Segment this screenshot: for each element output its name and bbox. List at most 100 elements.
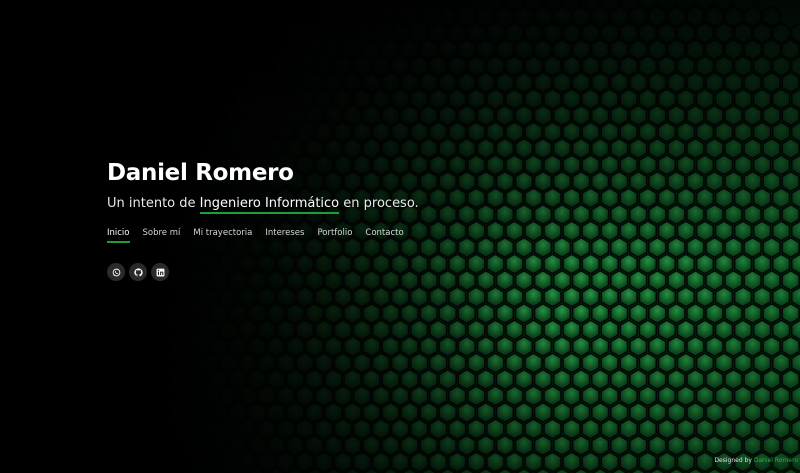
hexagon-cell bbox=[771, 88, 791, 110]
hexagon-cell bbox=[371, 88, 391, 110]
hexagon-cell bbox=[352, 418, 372, 440]
hexagon-cell bbox=[428, 319, 448, 341]
hexagon-cell bbox=[552, 5, 572, 28]
hexagon-cell bbox=[552, 170, 572, 193]
hexagon-cell bbox=[686, 335, 705, 358]
hexagon-cell bbox=[400, 5, 419, 28]
hexagon-cell bbox=[219, 319, 238, 341]
footer-author-link[interactable]: Daniel Romero bbox=[754, 457, 798, 464]
hexagon-cell bbox=[762, 170, 781, 193]
hexagon-cell bbox=[238, 88, 258, 110]
hexagon-cell bbox=[409, 451, 429, 473]
hexagon-cell bbox=[676, 451, 696, 473]
hexagon-cell bbox=[305, 335, 324, 358]
hexagon-cell bbox=[609, 434, 629, 457]
hexagon-cell bbox=[438, 302, 458, 325]
hexagon-cell bbox=[371, 385, 391, 407]
hexagon-cell bbox=[419, 203, 439, 226]
hexagon-cell bbox=[733, 352, 753, 374]
hexagon-cell bbox=[562, 286, 581, 308]
linkedin-button[interactable] bbox=[151, 263, 169, 281]
nav-link-inicio[interactable]: Inicio bbox=[107, 228, 130, 243]
hexagon-cell bbox=[438, 104, 458, 127]
hexagon-cell bbox=[409, 88, 429, 110]
hexagon-cell bbox=[762, 335, 781, 358]
hexagon-cell bbox=[638, 22, 658, 44]
hexagon-cell bbox=[657, 451, 677, 473]
whatsapp-button[interactable] bbox=[107, 263, 125, 281]
nav-link-mi-trayectoria[interactable]: Mi trayectoria bbox=[193, 228, 252, 243]
hexagon-cell bbox=[181, 385, 200, 407]
hexagon-cell bbox=[390, 385, 410, 407]
hexagon-cell bbox=[733, 22, 753, 44]
hexagon-cell bbox=[333, 451, 353, 473]
hexagon-cell bbox=[714, 319, 734, 341]
hexagon-cell bbox=[581, 253, 600, 275]
hexagon-cell bbox=[657, 88, 677, 110]
hexagon-cell bbox=[695, 154, 715, 176]
nav-link-intereses[interactable]: Intereses bbox=[265, 228, 304, 243]
hexagon-cell bbox=[552, 302, 572, 325]
hexagon-cell bbox=[619, 385, 639, 407]
hexagon-cell bbox=[390, 451, 410, 473]
hexagon-cell bbox=[314, 319, 334, 341]
hexagon-cell bbox=[771, 319, 791, 341]
hexagon-cell bbox=[771, 121, 791, 143]
hexagon-cell bbox=[447, 418, 467, 440]
hexagon-cell bbox=[533, 401, 553, 424]
hexagon-cell bbox=[381, 137, 400, 160]
hexagon-cell bbox=[771, 253, 791, 275]
hexagon-cell bbox=[486, 319, 505, 341]
nav-link-contacto[interactable]: Contacto bbox=[365, 228, 403, 243]
hexagon-cell bbox=[609, 401, 629, 424]
hexagon-cell bbox=[352, 88, 372, 110]
nav-link-portfolio[interactable]: Portfolio bbox=[317, 228, 352, 243]
hexagon-cell bbox=[705, 335, 724, 358]
hexagon-cell bbox=[486, 451, 505, 473]
nav-link-sobre-mi[interactable]: Sobre mí bbox=[143, 228, 181, 243]
hexagon-cell bbox=[724, 170, 743, 193]
hexagon-cell bbox=[314, 286, 334, 308]
hexagon-cell bbox=[466, 220, 486, 242]
hexagon-cell bbox=[505, 451, 524, 473]
hexagon-cell bbox=[238, 385, 258, 407]
hexagon-cell bbox=[295, 88, 315, 110]
hexagon-cell bbox=[305, 302, 324, 325]
hexagon-cell bbox=[695, 187, 715, 209]
hexagon-cell bbox=[371, 286, 391, 308]
hexagon-cell bbox=[676, 22, 696, 44]
hexagon-cell bbox=[438, 368, 458, 391]
hexagon-cell bbox=[285, 71, 305, 94]
hexagon-cell bbox=[466, 352, 486, 374]
hexagon-cell bbox=[295, 319, 315, 341]
hexagon-cell bbox=[581, 154, 600, 176]
hexagon-cell bbox=[781, 170, 800, 193]
hexagon-cell bbox=[781, 236, 800, 259]
hexagon-cell bbox=[428, 121, 448, 143]
hexagon-cell bbox=[619, 319, 639, 341]
hexagon-cell bbox=[333, 319, 353, 341]
hexagon-cell bbox=[200, 319, 219, 341]
hexagon-cell bbox=[686, 38, 705, 61]
hexagon-cell bbox=[486, 220, 505, 242]
hexagon-cell bbox=[638, 154, 658, 176]
hexagon-cell bbox=[400, 137, 419, 160]
hexagon-cell bbox=[362, 401, 381, 424]
hexagon-cell bbox=[514, 38, 534, 61]
hexagon-cell bbox=[562, 385, 581, 407]
hexagon-cell bbox=[228, 434, 248, 457]
hexagon-cell bbox=[285, 104, 305, 127]
hexagon-cell bbox=[667, 203, 686, 226]
hexagon-cell bbox=[486, 253, 505, 275]
hexagon-cell bbox=[333, 88, 353, 110]
hexagon-cell bbox=[657, 286, 677, 308]
hexagon-cell bbox=[505, 385, 524, 407]
hexagon-cell bbox=[495, 401, 515, 424]
hexagon-cell bbox=[657, 220, 677, 242]
hexagon-cell bbox=[762, 203, 781, 226]
hexagon-cell bbox=[305, 401, 324, 424]
hexagon-cell bbox=[657, 154, 677, 176]
hexagon-cell bbox=[771, 220, 791, 242]
hexagon-cell bbox=[505, 22, 524, 44]
github-button[interactable] bbox=[129, 263, 147, 281]
